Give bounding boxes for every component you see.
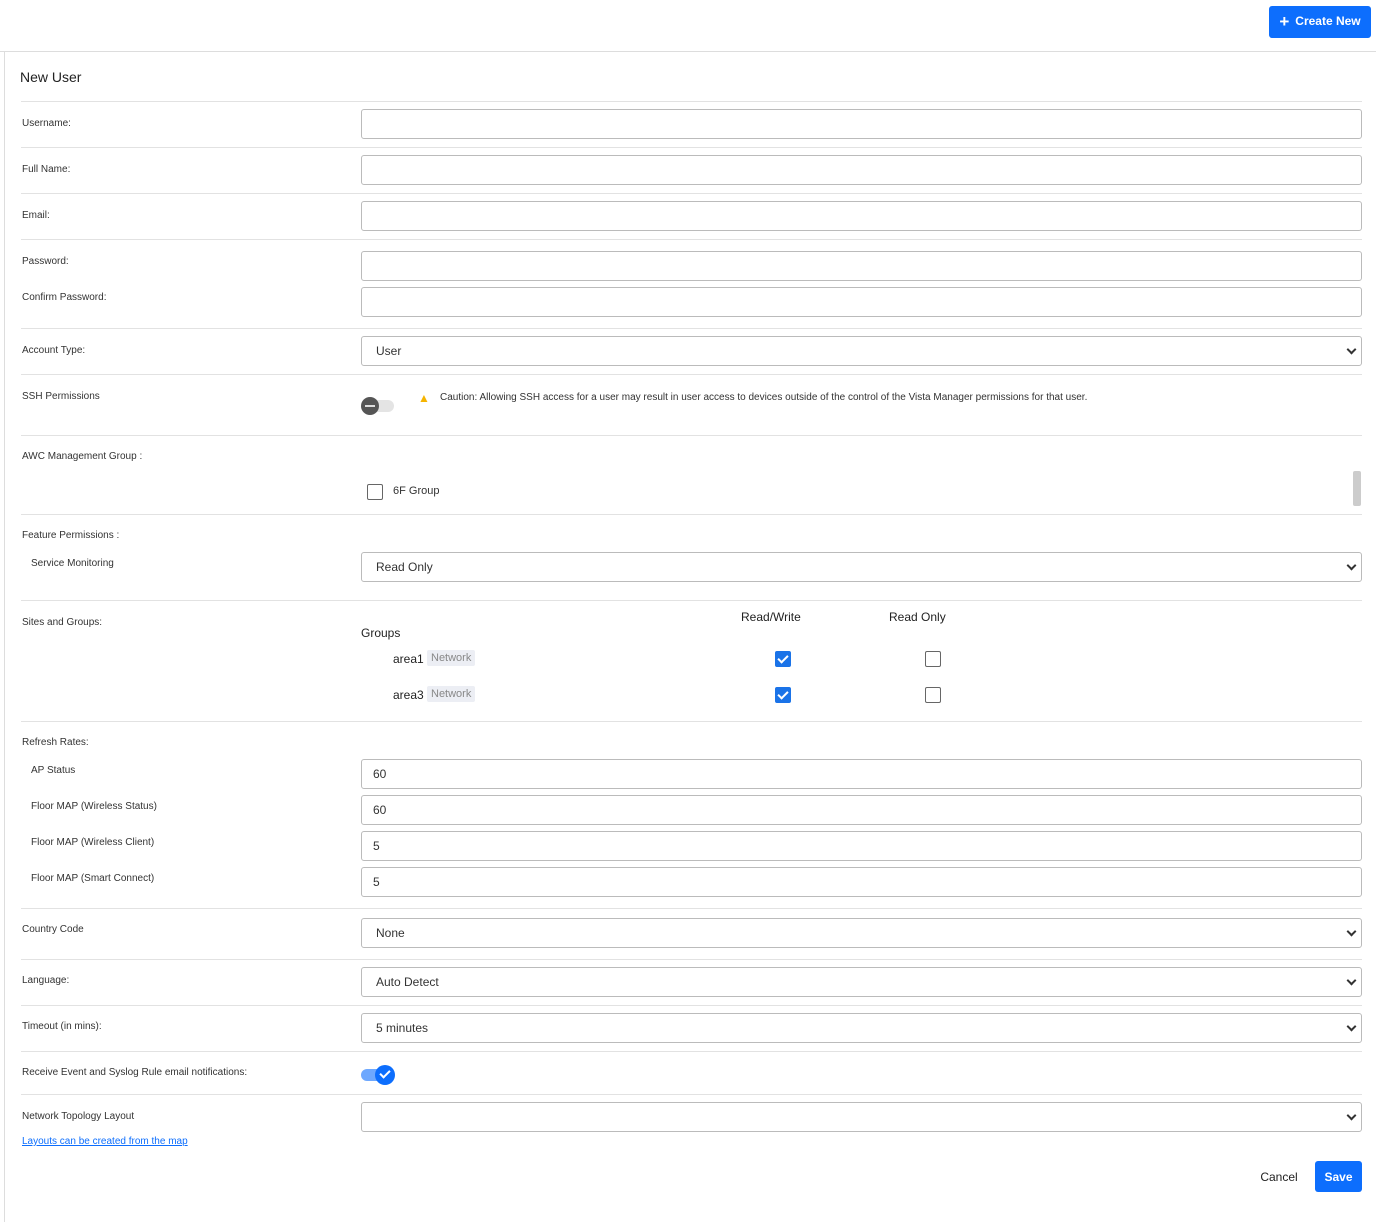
refresh-label: AP Status bbox=[31, 765, 76, 776]
divider bbox=[21, 239, 1362, 240]
group-name: area3 bbox=[393, 688, 424, 702]
topology-label: Network Topology Layout bbox=[22, 1111, 135, 1122]
chevron-down-icon bbox=[1346, 926, 1357, 937]
confirm-password-input[interactable] bbox=[361, 287, 1362, 317]
service-monitoring-label: Service Monitoring bbox=[31, 558, 114, 569]
notifications-label: Receive Event and Syslog Rule email noti… bbox=[22, 1067, 248, 1078]
read-only-header: Read Only bbox=[889, 610, 946, 624]
language-select[interactable]: Auto Detect bbox=[361, 967, 1362, 997]
divider bbox=[21, 514, 1362, 515]
chevron-down-icon bbox=[1346, 560, 1357, 571]
divider bbox=[21, 1094, 1362, 1095]
awc-group-checkbox[interactable] bbox=[367, 484, 383, 500]
password-label: Password: bbox=[22, 256, 69, 267]
groups-header: Groups bbox=[361, 626, 401, 640]
floor-map-wireless-client-input[interactable] bbox=[361, 831, 1362, 861]
refresh-label: Floor MAP (Wireless Status) bbox=[31, 801, 157, 812]
language-label: Language: bbox=[22, 975, 70, 986]
username-label: Username: bbox=[22, 118, 71, 129]
chevron-down-icon bbox=[1346, 1110, 1357, 1121]
ap-status-input[interactable] bbox=[361, 759, 1362, 789]
ssh-toggle[interactable] bbox=[361, 397, 394, 415]
read-only-checkbox[interactable] bbox=[925, 687, 941, 703]
divider bbox=[21, 1051, 1362, 1052]
username-input[interactable] bbox=[361, 109, 1362, 139]
selected-value: User bbox=[376, 344, 402, 358]
divider bbox=[21, 374, 1362, 375]
divider bbox=[21, 193, 1362, 194]
floor-map-wireless-status-input[interactable] bbox=[361, 795, 1362, 825]
page-title: New User bbox=[20, 69, 82, 85]
scrollbar[interactable] bbox=[1353, 471, 1361, 506]
selected-value: Auto Detect bbox=[376, 975, 439, 989]
group-type-tag: Network bbox=[427, 686, 476, 702]
account-type-label: Account Type: bbox=[22, 345, 86, 356]
divider bbox=[21, 147, 1362, 148]
service-monitoring-select[interactable]: Read Only bbox=[361, 552, 1362, 582]
read-write-header: Read/Write bbox=[741, 610, 801, 624]
country-code-label: Country Code bbox=[22, 924, 84, 935]
create-new-button[interactable]: + Create New bbox=[1269, 6, 1371, 38]
password-input[interactable] bbox=[361, 251, 1362, 281]
awc-label: AWC Management Group : bbox=[22, 451, 143, 462]
chevron-down-icon bbox=[1346, 344, 1357, 355]
divider bbox=[21, 435, 1362, 436]
read-write-checkbox[interactable] bbox=[775, 651, 791, 667]
read-only-checkbox[interactable] bbox=[925, 651, 941, 667]
selected-value: 5 minutes bbox=[376, 1021, 429, 1035]
left-border bbox=[4, 52, 5, 1222]
chevron-down-icon bbox=[1346, 975, 1357, 986]
layouts-link[interactable]: Layouts can be created from the map bbox=[22, 1136, 188, 1147]
ssh-caution-text: Caution: Allowing SSH access for a user … bbox=[440, 392, 1088, 403]
group-type-tag: Network bbox=[427, 650, 476, 666]
warning-icon: ▲ bbox=[418, 391, 430, 405]
sites-groups-label: Sites and Groups: bbox=[22, 617, 103, 628]
account-type-select[interactable]: User bbox=[361, 336, 1362, 366]
divider bbox=[21, 328, 1362, 329]
refresh-label: Floor MAP (Wireless Client) bbox=[31, 837, 155, 848]
floor-map-smart-connect-input[interactable] bbox=[361, 867, 1362, 897]
email-label: Email: bbox=[22, 210, 50, 221]
full-name-input[interactable] bbox=[361, 155, 1362, 185]
country-code-select[interactable]: None bbox=[361, 918, 1362, 948]
full-name-label: Full Name: bbox=[22, 164, 71, 175]
divider bbox=[21, 1005, 1362, 1006]
notifications-toggle[interactable] bbox=[361, 1065, 395, 1085]
selected-value: Read Only bbox=[376, 560, 433, 574]
group-name: area1 bbox=[393, 652, 424, 666]
confirm-password-label: Confirm Password: bbox=[22, 292, 107, 303]
timeout-select[interactable]: 5 minutes bbox=[361, 1013, 1362, 1043]
divider bbox=[21, 721, 1362, 722]
topology-select[interactable] bbox=[361, 1102, 1362, 1132]
divider bbox=[21, 101, 1362, 102]
ssh-label: SSH Permissions bbox=[22, 391, 100, 402]
refresh-label: Floor MAP (Smart Connect) bbox=[31, 873, 155, 884]
refresh-rates-label: Refresh Rates: bbox=[22, 737, 89, 748]
divider bbox=[21, 959, 1362, 960]
plus-icon: + bbox=[1279, 12, 1290, 31]
cancel-button[interactable]: Cancel bbox=[1252, 1161, 1306, 1192]
email-input[interactable] bbox=[361, 201, 1362, 231]
header-divider bbox=[0, 51, 1376, 52]
read-write-checkbox[interactable] bbox=[775, 687, 791, 703]
selected-value: None bbox=[376, 926, 405, 940]
toggle-knob bbox=[361, 397, 379, 415]
divider bbox=[21, 600, 1362, 601]
feature-permissions-label: Feature Permissions : bbox=[22, 530, 120, 541]
divider bbox=[21, 908, 1362, 909]
timeout-label: Timeout (in mins): bbox=[22, 1021, 102, 1032]
awc-group-label: 6F Group bbox=[393, 485, 440, 497]
check-icon bbox=[375, 1065, 395, 1085]
save-button[interactable]: Save bbox=[1315, 1161, 1362, 1192]
chevron-down-icon bbox=[1346, 1021, 1357, 1032]
